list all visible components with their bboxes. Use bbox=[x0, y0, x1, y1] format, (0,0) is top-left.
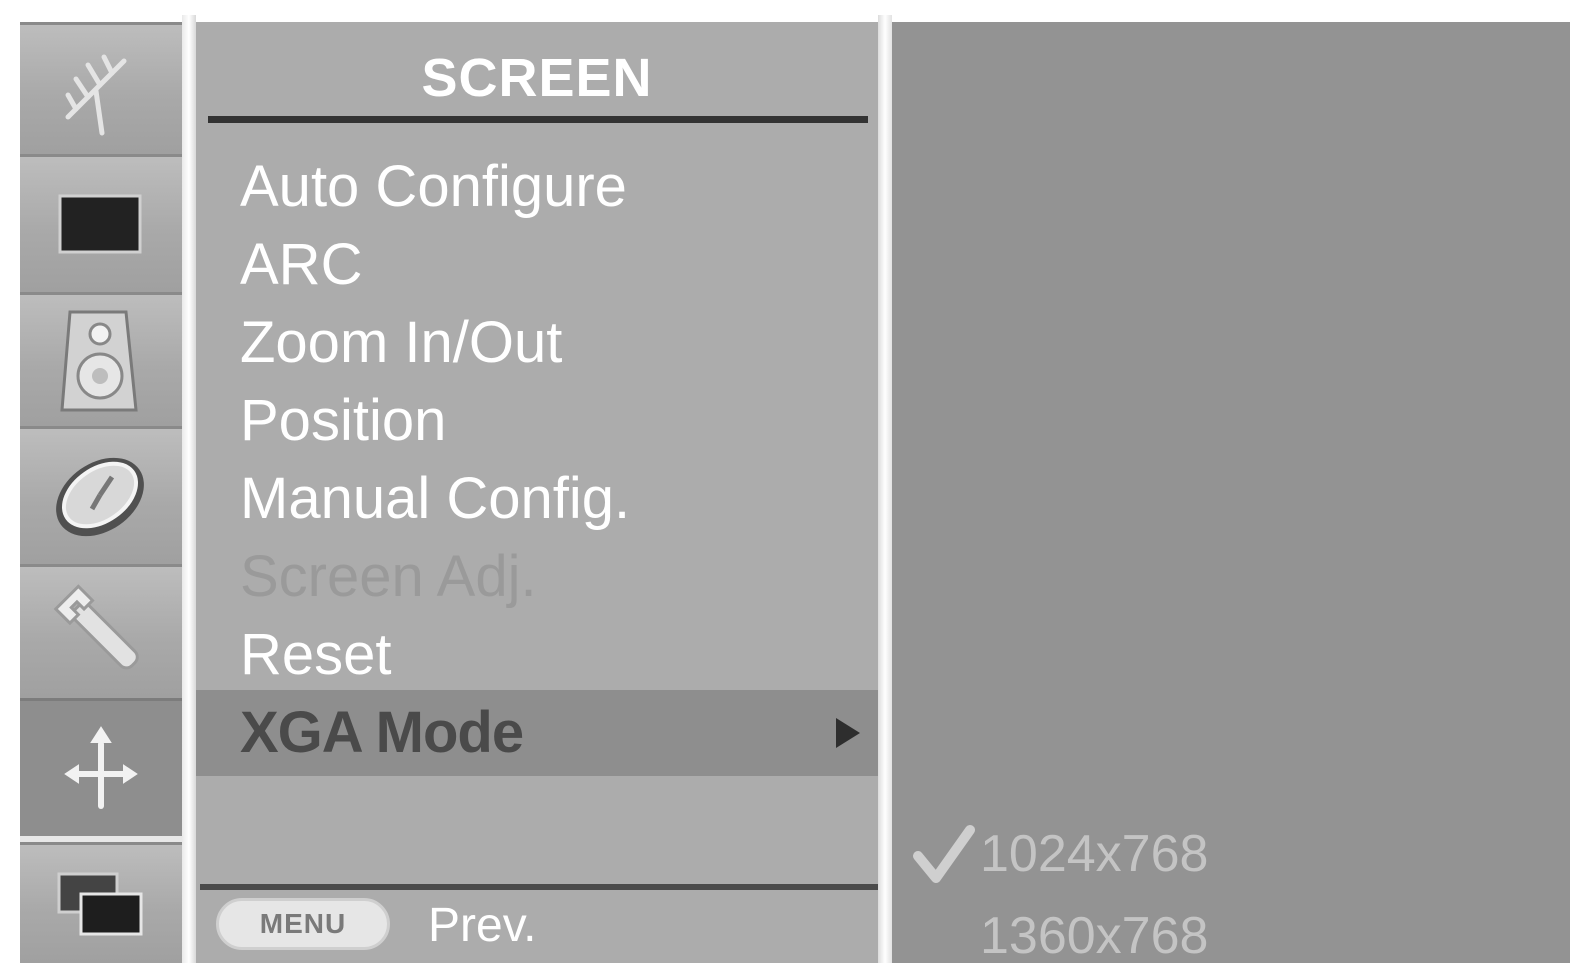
xga-mode-submenu: 1024x768 1360x768 bbox=[892, 22, 1570, 965]
option-label: 1024x768 bbox=[980, 825, 1209, 883]
menu-item-reset[interactable]: Reset bbox=[196, 616, 878, 694]
panel-divider bbox=[878, 15, 892, 963]
menu-item-xga-mode[interactable]: XGA Mode bbox=[196, 690, 878, 776]
menu-category-strip bbox=[20, 22, 182, 963]
setup-antenna-icon bbox=[65, 54, 127, 135]
submenu-arrow-icon bbox=[836, 718, 860, 748]
tab-setup[interactable] bbox=[20, 22, 182, 154]
option-wrench-icon bbox=[53, 583, 139, 669]
menu-item-label: Manual Config. bbox=[240, 466, 631, 531]
menu-button[interactable]: MENU bbox=[216, 898, 390, 950]
prev-hint: Prev. bbox=[428, 899, 537, 952]
menu-title: SCREEN bbox=[421, 48, 653, 108]
tab-time[interactable] bbox=[20, 426, 182, 564]
menu-item-position[interactable]: Position bbox=[196, 382, 878, 460]
pip-icon bbox=[57, 872, 143, 936]
menu-item-manual-config[interactable]: Manual Config. bbox=[196, 460, 878, 538]
menu-item-zoom[interactable]: Zoom In/Out bbox=[196, 304, 878, 382]
title-divider bbox=[208, 116, 868, 123]
sound-speaker-icon bbox=[60, 310, 138, 411]
picture-icon bbox=[58, 194, 142, 253]
strip-divider bbox=[182, 15, 196, 963]
menu-item-label[interactable]: Reset bbox=[240, 622, 392, 687]
tab-sound[interactable] bbox=[20, 292, 182, 426]
screen-menu-panel: SCREEN Auto Configure ARC Zoom In/Out Po… bbox=[196, 22, 878, 963]
tab-option[interactable] bbox=[20, 564, 182, 698]
menu-item-screen-adj: Screen Adj. bbox=[196, 538, 878, 616]
time-clock-icon bbox=[56, 457, 144, 536]
menu-button-label: MENU bbox=[259, 908, 347, 939]
tab-pip[interactable] bbox=[20, 842, 182, 963]
menu-item-label: Screen Adj. bbox=[240, 544, 537, 609]
menu-item-arc[interactable]: ARC bbox=[196, 226, 878, 304]
menu-item-auto-configure[interactable]: Auto Configure bbox=[196, 148, 878, 226]
menu-item-label: Auto Configure bbox=[240, 154, 627, 219]
menu-item-label: ARC bbox=[240, 232, 363, 297]
option-1360x768[interactable]: 1360x768 bbox=[892, 896, 1570, 976]
menu-item-label: XGA Mode bbox=[240, 700, 524, 765]
screen-icon bbox=[64, 725, 138, 809]
tab-screen[interactable] bbox=[20, 698, 182, 842]
checkmark-icon bbox=[913, 825, 975, 883]
menu-item-label: Position bbox=[240, 388, 447, 453]
option-label: 1360x768 bbox=[980, 907, 1209, 965]
tab-picture[interactable] bbox=[20, 154, 182, 292]
option-1024x768[interactable]: 1024x768 bbox=[892, 814, 1570, 894]
footer-divider bbox=[200, 884, 878, 890]
menu-item-label: Zoom In/Out bbox=[240, 310, 563, 375]
